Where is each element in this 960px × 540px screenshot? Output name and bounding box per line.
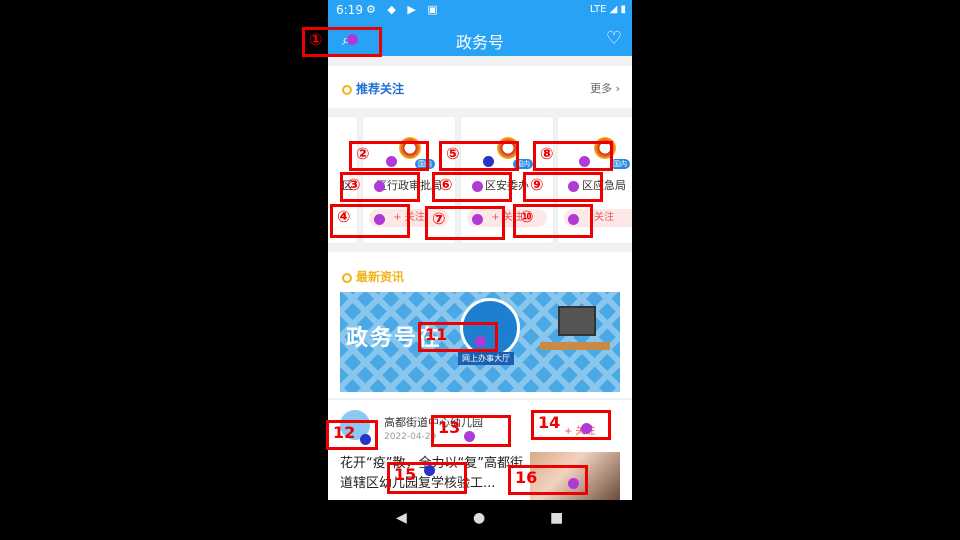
marker-dot xyxy=(360,434,371,445)
marker-dot xyxy=(483,156,494,167)
home-icon[interactable]: ● xyxy=(473,510,485,526)
status-icons: ⚙ ◆ ▶ ▣ xyxy=(366,3,442,16)
marker-dot xyxy=(464,431,475,442)
marker-dot xyxy=(374,214,385,225)
marker-dot xyxy=(568,478,579,489)
marker-box: 11 xyxy=(418,322,498,352)
latest-heading: 最新资讯 xyxy=(342,268,404,285)
marker-box: ① xyxy=(302,27,382,57)
marker-dot xyxy=(472,214,483,225)
monitor-illustration xyxy=(558,306,596,336)
network-icons: LTE ◢ ▮ xyxy=(589,4,626,15)
marker-box: ⑧ xyxy=(533,141,613,171)
marker-dot xyxy=(472,181,483,192)
marker-box: ④ xyxy=(330,204,410,238)
status-time: 6:19 xyxy=(336,3,363,17)
marker-dot xyxy=(347,34,358,45)
marker-box: 12 xyxy=(326,420,378,450)
heart-plus-icon[interactable]: ♡ xyxy=(606,28,622,49)
more-link[interactable]: 更多 › xyxy=(590,80,620,96)
marker-dot xyxy=(579,156,590,167)
marker-dot xyxy=(568,181,579,192)
recommend-heading: 推荐关注 xyxy=(342,80,404,97)
marker-dot xyxy=(386,156,397,167)
marker-dot xyxy=(581,423,592,434)
recents-icon[interactable]: ■ xyxy=(550,510,563,526)
marker-box: ⑨ xyxy=(523,172,603,202)
desk-illustration xyxy=(540,342,610,350)
system-nav-bar: ◀ ● ■ xyxy=(328,500,632,540)
back-icon[interactable]: ◀ xyxy=(396,510,407,526)
marker-box: ⑦ xyxy=(425,206,505,240)
news-date: 2022-04-29 xyxy=(384,432,437,442)
marker-box: 14 xyxy=(531,410,611,440)
status-bar: 6:19 ⚙ ◆ ▶ ▣ LTE ◢ ▮ xyxy=(328,0,632,22)
recommend-header: 推荐关注 更多 › xyxy=(328,66,632,108)
marker-dot xyxy=(374,181,385,192)
marker-box: ⑤ xyxy=(439,141,519,171)
banner-subtitle: 网上办事大厅 xyxy=(458,352,514,365)
marker-dot xyxy=(424,465,435,476)
card-badge: 国内 xyxy=(610,159,630,169)
marker-dot xyxy=(568,214,579,225)
marker-dot xyxy=(475,336,486,347)
marker-box: ⑩ xyxy=(513,204,593,238)
